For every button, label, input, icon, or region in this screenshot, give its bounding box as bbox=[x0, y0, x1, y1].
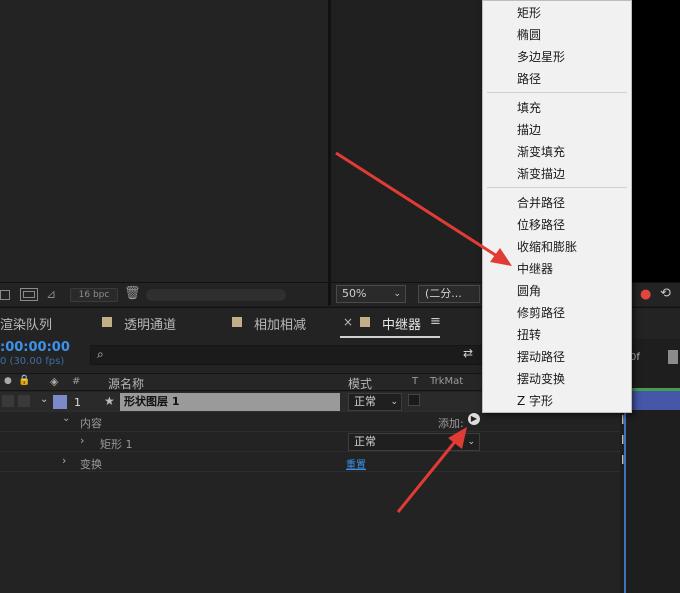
annotation-arrow-to-repeater bbox=[335, 151, 501, 260]
annotation-arrow-to-add bbox=[396, 437, 460, 513]
annotation-arrows bbox=[335, 151, 512, 513]
annotation-arrowhead bbox=[490, 248, 512, 266]
